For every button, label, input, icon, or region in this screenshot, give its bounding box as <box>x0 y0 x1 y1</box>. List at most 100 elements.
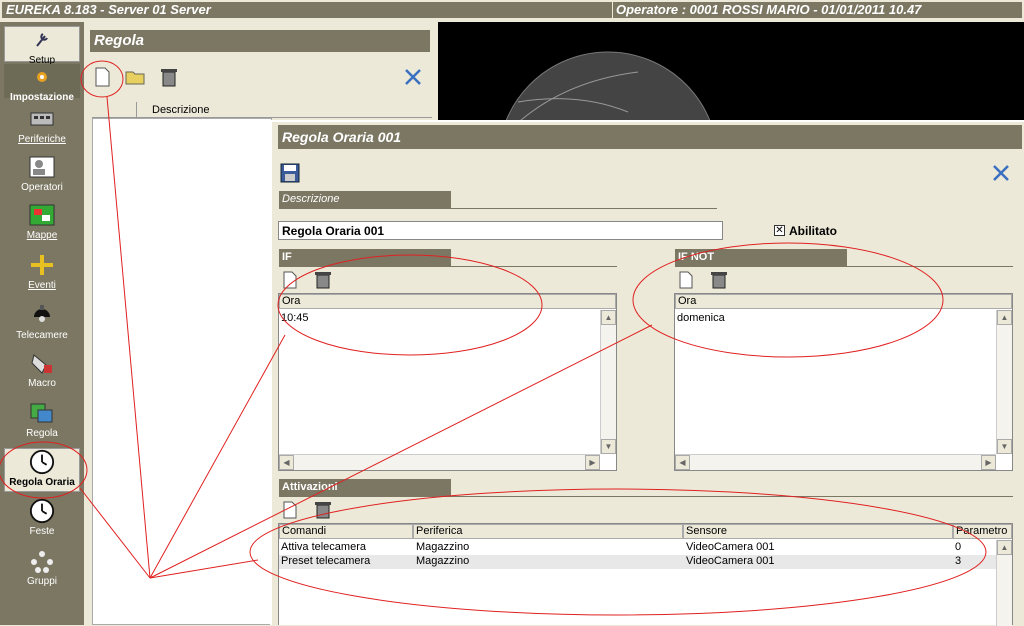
list-item[interactable]: domenica <box>677 312 725 324</box>
activations-delete-button[interactable] <box>313 500 333 520</box>
sidebar-item-eventi[interactable]: Eventi <box>4 252 80 296</box>
activations-add-button[interactable] <box>280 500 300 520</box>
vertical-scrollbar[interactable]: ▲ <box>996 540 1012 626</box>
regola-title: Regola <box>90 30 430 52</box>
settings-icon <box>37 72 47 82</box>
column-header-sensore[interactable]: Sensore <box>683 524 953 539</box>
sidebar-item-impostazione[interactable]: Impostazione <box>4 64 80 103</box>
device-icon <box>30 112 54 126</box>
table-cell: 3 <box>955 555 962 567</box>
trash-icon <box>315 502 331 519</box>
scroll-right-button[interactable]: ▶ <box>585 455 600 470</box>
column-header-descrizione[interactable]: Descrizione <box>152 104 209 116</box>
rule-icon <box>30 403 53 423</box>
sidebar-item-macro[interactable]: Macro <box>4 350 80 394</box>
sidebar-item-label: Eventi <box>28 280 56 291</box>
map-icon <box>29 204 55 226</box>
sidebar-item-feste[interactable]: Feste <box>4 498 80 542</box>
new-button[interactable] <box>91 66 113 88</box>
divider <box>279 496 1013 497</box>
scroll-down-button[interactable]: ▼ <box>997 439 1012 454</box>
delete-button[interactable] <box>158 66 180 88</box>
sidebar-item-regola[interactable]: Regola <box>4 400 80 444</box>
vertical-scrollbar[interactable]: ▲ ▼ <box>600 310 616 454</box>
sidebar: Setup Impostazione Periferiche Operatori… <box>0 22 84 625</box>
sidebar-item-label: Operatori <box>21 182 63 193</box>
description-input[interactable]: Regola Oraria 001 <box>278 221 723 240</box>
table-row[interactable]: Preset telecamera Magazzino VideoCamera … <box>279 555 996 569</box>
group-icon <box>31 551 53 573</box>
save-disk-icon <box>280 163 300 183</box>
ifnot-list[interactable]: Ora domenica ▲ ▼ ◀ ▶ <box>674 293 1013 471</box>
sidebar-item-label: Periferiche <box>18 134 66 145</box>
table-cell: Attiva telecamera <box>281 541 366 553</box>
camera-icon <box>34 305 50 322</box>
activations-table[interactable]: Comandi Periferica Sensore Parametro Att… <box>278 523 1013 626</box>
clock-icon <box>29 449 55 475</box>
close-x-icon <box>993 165 1009 181</box>
open-button[interactable] <box>124 66 146 88</box>
sidebar-item-setup[interactable]: Setup <box>4 26 80 66</box>
activations-section-label: Attivazioni <box>279 479 451 496</box>
ifnot-column-header[interactable]: Ora <box>675 294 1012 309</box>
column-header-periferica[interactable]: Periferica <box>413 524 683 539</box>
vertical-scrollbar[interactable]: ▲ ▼ <box>996 310 1012 454</box>
regola-toolbar <box>88 60 433 94</box>
sidebar-item-mappe[interactable]: Mappe <box>4 202 80 246</box>
new-document-icon <box>283 501 297 519</box>
divider <box>279 208 717 209</box>
if-delete-button[interactable] <box>313 270 333 290</box>
dialog-close-button[interactable] <box>990 162 1012 184</box>
horizontal-scrollbar[interactable]: ◀ ▶ <box>279 454 600 470</box>
if-list[interactable]: Ora 10:45 ▲ ▼ ◀ ▶ <box>278 293 617 471</box>
table-cell: VideoCamera 001 <box>686 555 775 567</box>
dialog-title: Regola Oraria 001 <box>278 125 1022 149</box>
scroll-left-button[interactable]: ◀ <box>279 455 294 470</box>
sidebar-item-gruppi[interactable]: Gruppi <box>4 548 80 592</box>
close-x-icon <box>405 69 421 85</box>
sidebar-item-regola-oraria[interactable]: Regola Oraria <box>4 448 80 492</box>
macro-icon <box>31 354 52 374</box>
app-title: EUREKA 8.183 - Server 01 Server <box>2 2 612 18</box>
sidebar-item-label: Regola Oraria <box>9 477 75 488</box>
divider <box>136 102 137 118</box>
regola-list-header: Descrizione <box>92 102 432 118</box>
ifnot-add-button[interactable] <box>676 270 696 290</box>
trash-icon <box>711 272 727 289</box>
scroll-right-button[interactable]: ▶ <box>981 455 996 470</box>
ifnot-delete-button[interactable] <box>709 270 729 290</box>
scroll-down-button[interactable]: ▼ <box>601 439 616 454</box>
scroll-left-button[interactable]: ◀ <box>675 455 690 470</box>
wrench-icon <box>36 33 48 47</box>
regola-list[interactable] <box>92 118 272 625</box>
scroll-up-button[interactable]: ▲ <box>997 310 1012 325</box>
enabled-checkbox[interactable]: ✕ <box>774 225 785 236</box>
if-add-button[interactable] <box>280 270 300 290</box>
enabled-label: Abilitato <box>789 224 837 238</box>
table-cell: 0 <box>955 541 962 553</box>
close-button[interactable] <box>402 66 424 88</box>
operators-icon <box>29 156 55 178</box>
trash-icon <box>315 272 331 289</box>
description-section-label: Descrizione <box>279 191 451 208</box>
sidebar-item-label: Telecamere <box>16 330 68 341</box>
sidebar-item-label: Regola <box>26 428 58 439</box>
column-header-comandi[interactable]: Comandi <box>279 524 413 539</box>
sidebar-item-periferiche[interactable]: Periferiche <box>4 106 80 150</box>
background-image <box>438 22 1024 120</box>
divider <box>675 266 1013 267</box>
column-header-parametro[interactable]: Parametro <box>953 524 1012 539</box>
sidebar-item-label: Gruppi <box>26 576 57 587</box>
table-cell: VideoCamera 001 <box>686 541 775 553</box>
table-cell: Magazzino <box>416 541 470 553</box>
save-button[interactable] <box>279 162 301 184</box>
table-row[interactable]: Attiva telecamera Magazzino VideoCamera … <box>279 541 996 555</box>
scroll-up-button[interactable]: ▲ <box>601 310 616 325</box>
horizontal-scrollbar[interactable]: ◀ ▶ <box>675 454 996 470</box>
if-column-header[interactable]: Ora <box>279 294 616 309</box>
sidebar-item-operatori[interactable]: Operatori <box>4 154 80 198</box>
sidebar-item-telecamere[interactable]: Telecamere <box>4 302 80 346</box>
scroll-up-button[interactable]: ▲ <box>997 540 1012 555</box>
list-item[interactable]: 10:45 <box>281 312 309 324</box>
divider <box>279 266 617 267</box>
